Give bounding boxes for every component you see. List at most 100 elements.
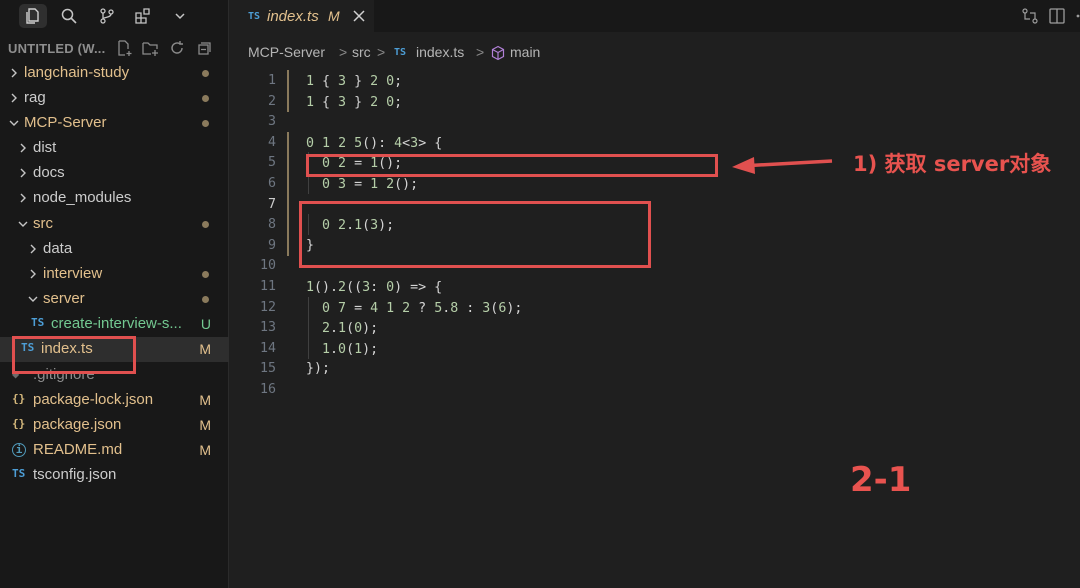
- code-line[interactable]: 3: [230, 111, 1080, 132]
- code-line[interactable]: 11 1().2((3: 0) => {: [230, 276, 1080, 297]
- tree-folder[interactable]: MCP-Server: [0, 111, 229, 136]
- line-number: 15: [230, 361, 276, 376]
- explorer-sidebar: UNTITLED (W... langchain-study rag MCP-Ser…: [0, 0, 229, 588]
- line-number: 3: [230, 114, 276, 129]
- git-gutter-marker: [287, 91, 289, 112]
- figure-label: 2-1: [850, 460, 911, 500]
- chevron-right-icon: [17, 141, 29, 155]
- git-status-badge: M: [199, 417, 211, 433]
- code-line[interactable]: 16: [230, 379, 1080, 400]
- chevron-right-icon: [8, 91, 20, 105]
- split-editor-icon[interactable]: [1048, 7, 1066, 25]
- code-text: 0 3 = 1 2();: [306, 176, 418, 192]
- tree-item-label: server: [43, 290, 85, 307]
- close-icon[interactable]: [352, 9, 366, 23]
- line-number: 1: [230, 73, 276, 88]
- line-number: 7: [230, 197, 276, 212]
- chevron-right-icon: [17, 191, 29, 205]
- tree-folder[interactable]: node_modules: [0, 186, 229, 211]
- chevron-right-icon: [27, 242, 39, 256]
- chevron-right-icon: [17, 166, 29, 180]
- annotation-callout: 1) 获取 server对象: [853, 148, 1051, 178]
- tree-item-label: docs: [33, 164, 65, 181]
- chevron-down-icon: [27, 292, 39, 306]
- files-icon[interactable]: [19, 4, 47, 28]
- collapse-all-icon[interactable]: [196, 39, 214, 57]
- git-gutter-marker: [287, 214, 289, 235]
- modified-badge: M: [328, 8, 340, 24]
- code-text: 0 7 = 4 1 2 ? 5.8 : 3(6);: [306, 300, 522, 316]
- new-file-icon[interactable]: [115, 39, 133, 57]
- code-line[interactable]: 12 0 7 = 4 1 2 ? 5.8 : 3(6);: [230, 297, 1080, 318]
- tree-folder[interactable]: data: [0, 237, 229, 262]
- source-control-icon[interactable]: [93, 4, 121, 28]
- tree-item-label: tsconfig.json: [33, 466, 116, 483]
- arrow-icon: [730, 152, 834, 176]
- line-number: 14: [230, 341, 276, 356]
- chevron-right-icon: [8, 66, 20, 80]
- code-line[interactable]: 14 1.0(1);: [230, 338, 1080, 359]
- code-line[interactable]: 2 1 { 3 } 2 0;: [230, 91, 1080, 112]
- explorer-header: UNTITLED (W...: [0, 36, 229, 60]
- extensions-icon[interactable]: [129, 4, 157, 28]
- tree-folder[interactable]: langchain-study: [0, 61, 229, 86]
- code-text: 1().2((3: 0) => {: [306, 279, 442, 295]
- new-folder-icon[interactable]: [141, 39, 159, 57]
- search-icon[interactable]: [55, 4, 83, 28]
- tree-file[interactable]: {} package.json M: [0, 413, 229, 438]
- code-line[interactable]: 15});: [230, 358, 1080, 379]
- breadcrumb-separator: >: [476, 44, 484, 60]
- chevron-down-icon: [8, 116, 20, 130]
- code-line[interactable]: 1 1 { 3 } 2 0;: [230, 70, 1080, 91]
- line-number: 9: [230, 238, 276, 253]
- tab-bar: TS index.ts M: [230, 0, 1080, 32]
- tree-file[interactable]: {} package-lock.json M: [0, 388, 229, 413]
- line-number: 5: [230, 155, 276, 170]
- breadcrumb-item[interactable]: src: [352, 44, 371, 60]
- tab-index-ts[interactable]: TS index.ts M: [230, 0, 374, 32]
- tree-file[interactable]: TS create-interview-s... U: [0, 312, 229, 337]
- git-status-badge: M: [199, 341, 211, 357]
- tree-item-label: package.json: [33, 416, 121, 433]
- tree-folder[interactable]: interview: [0, 262, 229, 287]
- highlight-box-connect: [299, 201, 651, 268]
- git-gutter-marker: [287, 173, 289, 194]
- tree-item-label: src: [33, 215, 53, 232]
- line-number: 8: [230, 217, 276, 232]
- tree-item-label: dist: [33, 139, 56, 156]
- tree-folder[interactable]: docs: [0, 161, 229, 186]
- workspace-title[interactable]: UNTITLED (W...: [8, 41, 105, 56]
- git-gutter-marker: [287, 132, 289, 153]
- modified-dot-icon: [202, 120, 209, 127]
- chevron-right-icon: [27, 267, 39, 281]
- refresh-icon[interactable]: [168, 39, 186, 57]
- chevron-down-icon[interactable]: [166, 4, 194, 28]
- more-actions-icon[interactable]: [1075, 7, 1080, 25]
- line-number: 10: [230, 258, 276, 273]
- breadcrumb-item[interactable]: index.ts: [416, 44, 464, 60]
- breadcrumb-item[interactable]: MCP-Server: [248, 44, 325, 60]
- line-number: 11: [230, 279, 276, 294]
- code-text: 0 1 2 5(): 4<3> {: [306, 135, 442, 151]
- git-gutter-marker: [287, 235, 289, 256]
- breadcrumb-item[interactable]: main: [510, 44, 540, 60]
- tree-folder[interactable]: src: [0, 212, 229, 237]
- tree-file[interactable]: i README.md M: [0, 438, 229, 463]
- tree-folder[interactable]: dist: [0, 136, 229, 161]
- git-gutter-marker: [287, 194, 289, 215]
- tree-item-label: interview: [43, 265, 102, 282]
- tree-item-label: data: [43, 240, 72, 257]
- highlight-box-server: [306, 154, 718, 177]
- tree-folder[interactable]: server: [0, 287, 229, 312]
- code-line[interactable]: 13 2.1(0);: [230, 317, 1080, 338]
- line-number: 6: [230, 176, 276, 191]
- breadcrumb-separator: >: [377, 44, 385, 60]
- modified-dot-icon: [202, 296, 209, 303]
- tree-folder[interactable]: rag: [0, 86, 229, 111]
- tree-file[interactable]: TS tsconfig.json: [0, 463, 229, 488]
- tree-item-label: create-interview-s...: [51, 315, 182, 332]
- tree-item-label: langchain-study: [24, 64, 129, 81]
- compare-icon[interactable]: [1021, 7, 1039, 25]
- typescript-icon: TS: [394, 47, 406, 58]
- tree-item-label: node_modules: [33, 189, 131, 206]
